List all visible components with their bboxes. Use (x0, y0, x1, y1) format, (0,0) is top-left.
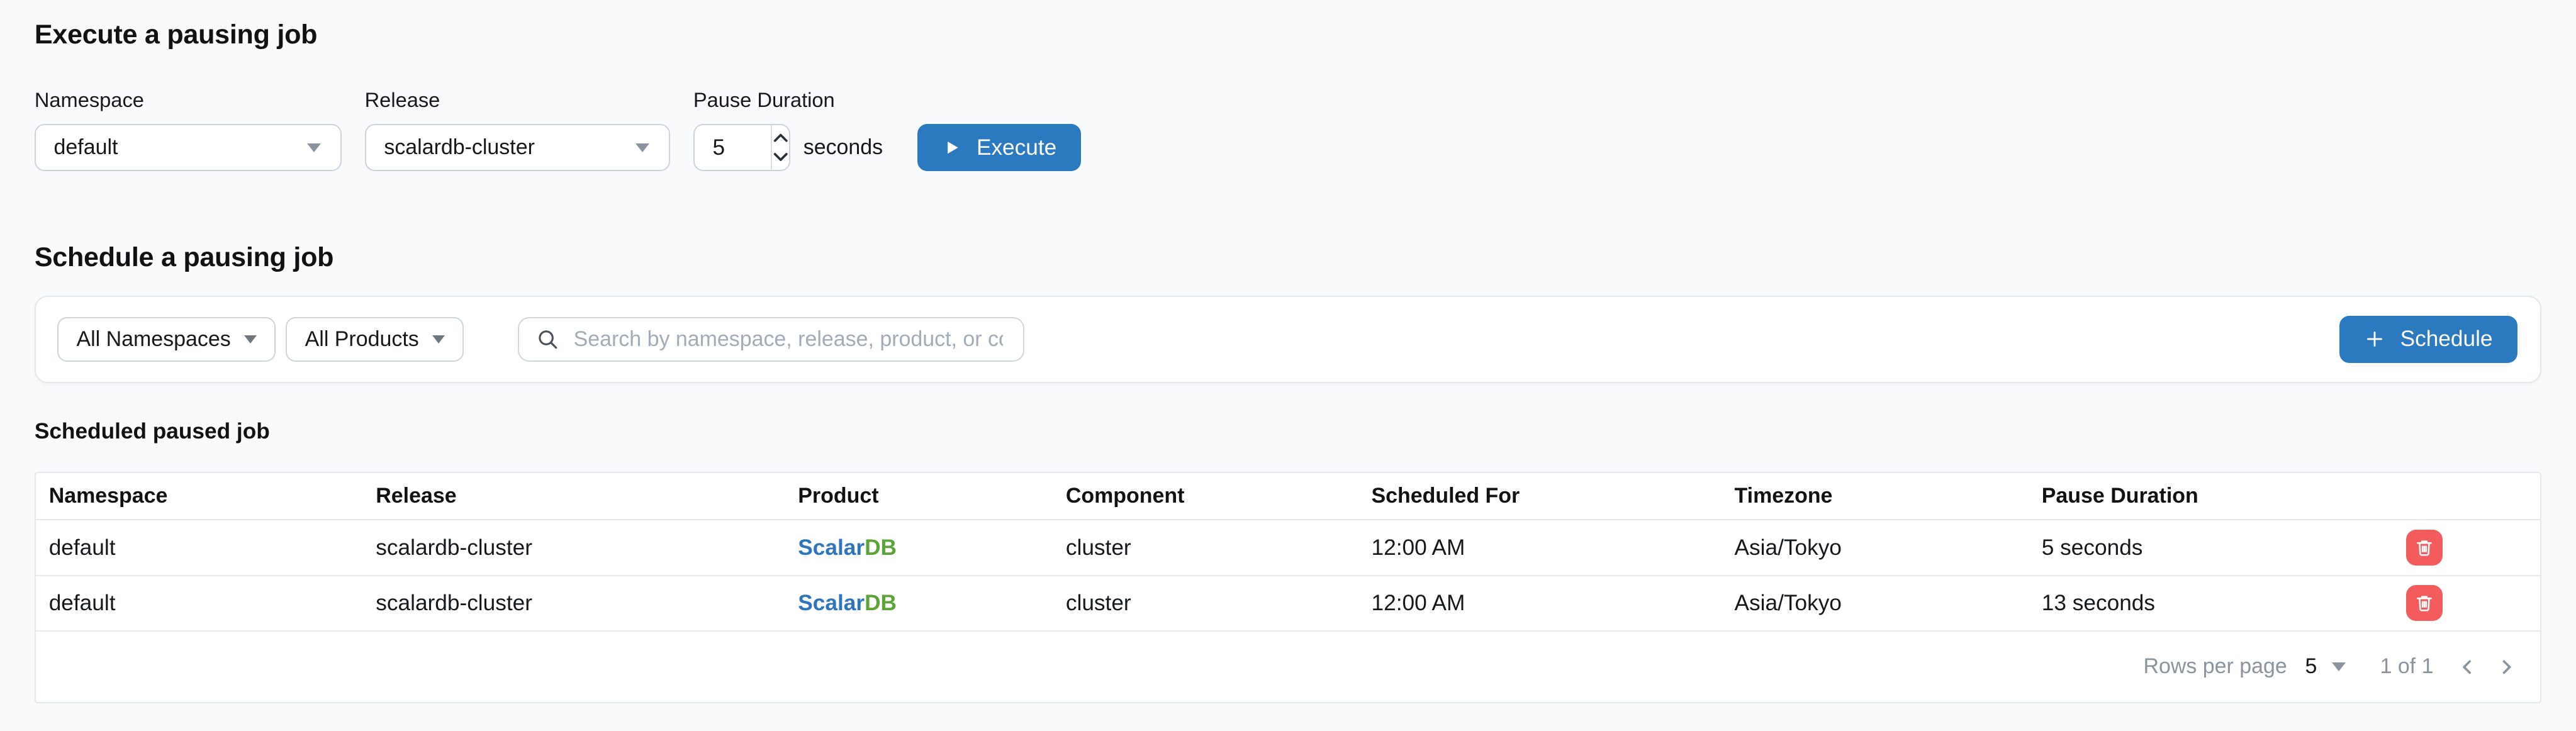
namespace-label: Namespace (35, 88, 342, 112)
rows-per-page-value: 5 (2305, 654, 2317, 679)
page-status: 1 of 1 (2380, 654, 2434, 679)
schedule-section-title: Schedule a pausing job (35, 242, 2541, 273)
execute-button[interactable]: Execute (917, 124, 1081, 172)
cell-release: scalardb-cluster (362, 576, 785, 631)
previous-page-button[interactable] (2458, 658, 2477, 676)
chevron-left-icon (2458, 658, 2477, 676)
release-select-value: scalardb-cluster (384, 135, 535, 160)
search-box (518, 317, 1024, 361)
scheduled-jobs-table: Namespace Release Product Component Sche… (35, 472, 2541, 703)
product-logo-db: DB (865, 591, 897, 615)
namespace-select-value: default (54, 135, 118, 160)
trash-icon (2414, 593, 2435, 614)
column-header-release: Release (362, 473, 785, 520)
cell-namespace: default (36, 520, 363, 575)
execute-button-label: Execute (977, 135, 1056, 160)
cell-timezone: Asia/Tokyo (1722, 520, 2029, 575)
product-logo-scalar: Scalar (798, 535, 865, 560)
pause-duration-field: Pause Duration seconds (693, 88, 1082, 171)
cell-actions (2383, 520, 2540, 575)
namespace-filter-label: All Namespaces (76, 327, 230, 352)
chevron-down-icon (432, 335, 445, 343)
release-label: Release (365, 88, 671, 112)
filter-toolbar: All Namespaces All Products Schedule (35, 296, 2541, 382)
rows-per-page-select[interactable] (2332, 662, 2346, 671)
execute-form: Namespace default Release scalardb-clust… (35, 88, 2541, 171)
cell-component: cluster (1053, 576, 1358, 631)
cell-product: ScalarDB (785, 576, 1053, 631)
cell-pause-duration: 13 seconds (2029, 576, 2383, 631)
cell-component: cluster (1053, 520, 1358, 575)
namespace-select[interactable]: default (35, 124, 342, 172)
chevron-right-icon (2497, 658, 2516, 676)
table-title: Scheduled paused job (35, 419, 2541, 444)
stepper-down-icon[interactable] (773, 150, 788, 163)
schedule-button[interactable]: Schedule (2339, 316, 2517, 364)
cell-actions (2383, 576, 2540, 631)
pause-duration-input[interactable] (693, 124, 790, 172)
execute-section-title: Execute a pausing job (35, 0, 2541, 50)
release-select[interactable]: scalardb-cluster (365, 124, 671, 172)
column-header-actions (2383, 473, 2540, 520)
product-logo-db: DB (865, 535, 897, 560)
column-header-timezone: Timezone (1722, 473, 2029, 520)
next-page-button[interactable] (2497, 658, 2516, 676)
cell-timezone: Asia/Tokyo (1722, 576, 2029, 631)
delete-button[interactable] (2406, 530, 2442, 566)
table-row: default scalardb-cluster ScalarDB cluste… (36, 520, 2540, 575)
cell-release: scalardb-cluster (362, 520, 785, 575)
column-header-pause-duration: Pause Duration (2029, 473, 2383, 520)
chevron-down-icon (307, 143, 321, 152)
chevron-down-icon (2332, 662, 2346, 671)
chevron-down-icon (636, 143, 649, 152)
column-header-namespace: Namespace (36, 473, 363, 520)
search-input[interactable] (570, 325, 1006, 353)
product-filter-button[interactable]: All Products (286, 317, 464, 361)
cell-pause-duration: 5 seconds (2029, 520, 2383, 575)
chevron-down-icon (244, 335, 257, 343)
column-header-component: Component (1053, 473, 1358, 520)
delete-button[interactable] (2406, 585, 2442, 621)
stepper-up-icon[interactable] (773, 132, 788, 145)
namespace-field: Namespace default (35, 88, 342, 171)
column-header-product: Product (785, 473, 1053, 520)
cell-namespace: default (36, 576, 363, 631)
play-icon (942, 138, 961, 157)
trash-icon (2414, 537, 2435, 559)
scalar-manager-pausing-page: Execute a pausing job Namespace default … (0, 0, 2576, 731)
column-header-scheduled-for: Scheduled For (1358, 473, 1722, 520)
pause-duration-stepper (771, 125, 789, 170)
product-filter-label: All Products (305, 327, 419, 352)
pause-duration-label: Pause Duration (693, 88, 1082, 112)
table-footer-row: Rows per page 5 1 of 1 (36, 631, 2540, 702)
pause-duration-value[interactable] (695, 125, 771, 170)
rows-per-page-label: Rows per page (2143, 654, 2287, 679)
namespace-filter-button[interactable]: All Namespaces (57, 317, 276, 361)
release-field: Release scalardb-cluster (365, 88, 671, 171)
cell-product: ScalarDB (785, 520, 1053, 575)
cell-scheduled-for: 12:00 AM (1358, 520, 1722, 575)
cell-scheduled-for: 12:00 AM (1358, 576, 1722, 631)
schedule-button-label: Schedule (2400, 326, 2493, 352)
table-row: default scalardb-cluster ScalarDB cluste… (36, 576, 2540, 631)
pagination: Rows per page 5 1 of 1 (49, 654, 2528, 679)
search-icon (536, 328, 559, 351)
table-header-row: Namespace Release Product Component Sche… (36, 473, 2540, 520)
pause-duration-unit: seconds (804, 135, 883, 160)
plus-icon (2364, 328, 2385, 350)
product-logo-scalar: Scalar (798, 591, 865, 615)
